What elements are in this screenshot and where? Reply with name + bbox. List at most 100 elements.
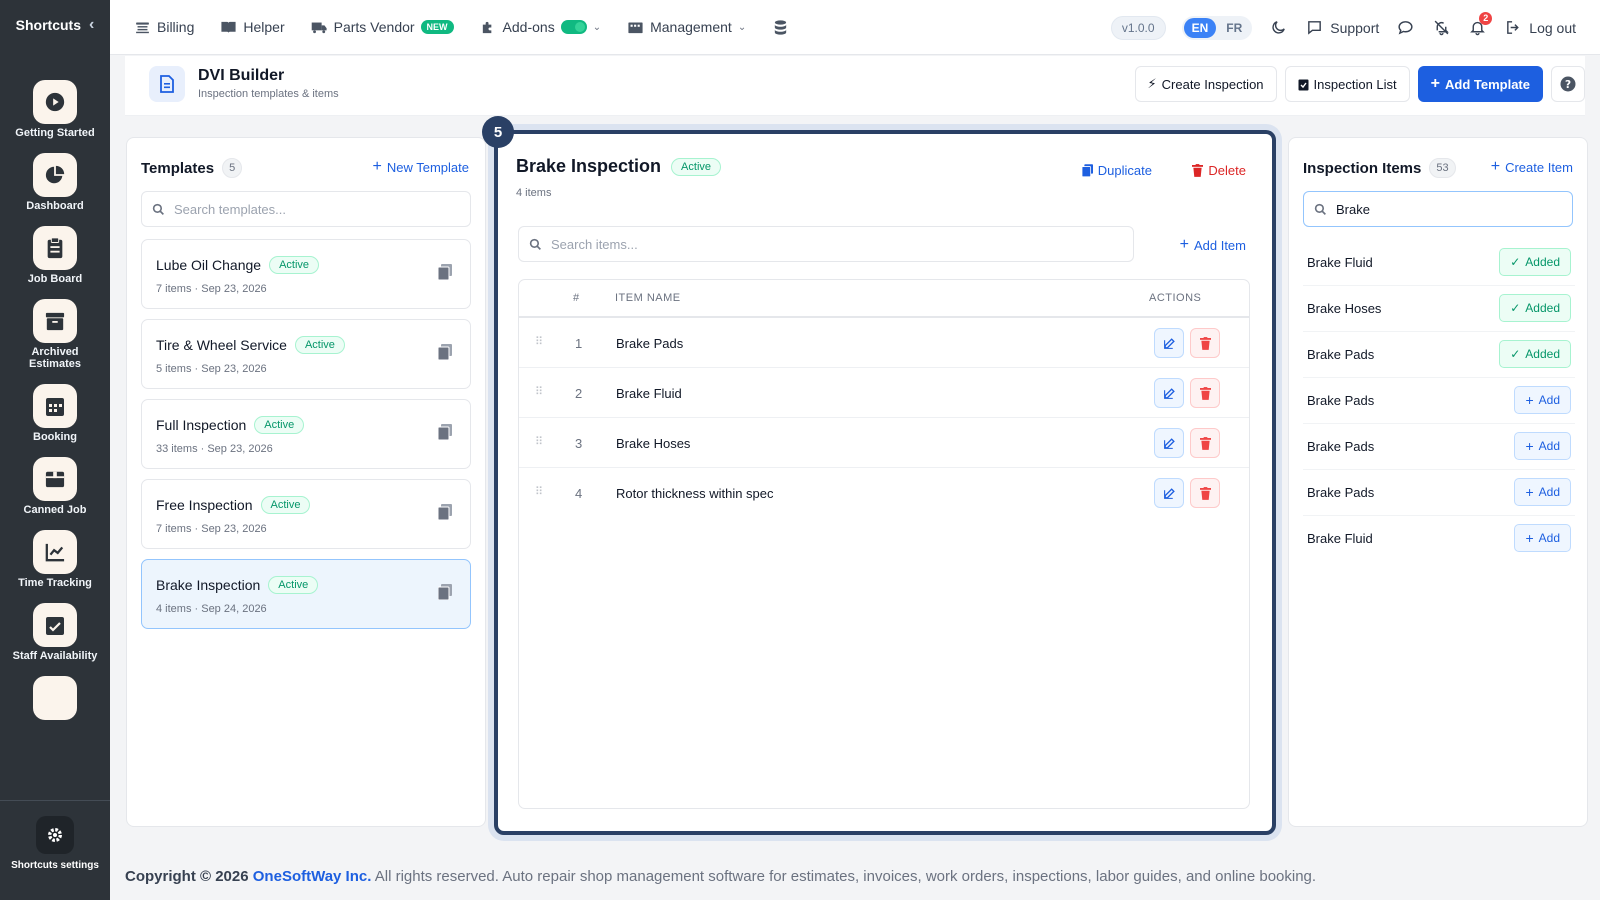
add-button[interactable]: + Add: [1514, 524, 1571, 552]
shortcut-booking[interactable]: Booking: [0, 384, 110, 443]
shortcut-job-board[interactable]: Job Board: [0, 226, 110, 285]
add-template-button[interactable]: + Add Template: [1417, 66, 1543, 102]
inspection-list-button[interactable]: Inspection List: [1284, 66, 1410, 102]
shortcut-partial[interactable]: [0, 676, 110, 720]
inspection-item-name: Brake Hoses: [1307, 301, 1382, 316]
template-card[interactable]: Lube Oil Change Active 7 items · Sep 23, …: [141, 239, 471, 309]
nav-management[interactable]: Management ⌄: [627, 19, 746, 36]
logout-link[interactable]: Log out: [1503, 18, 1576, 38]
copy-icon[interactable]: [437, 584, 452, 605]
moon-icon[interactable]: [1268, 18, 1288, 38]
items-header: Inspection Items 53: [1303, 158, 1456, 178]
plus-icon: +: [1525, 438, 1534, 454]
template-card[interactable]: Free Inspection Active 7 items · Sep 23, …: [141, 479, 471, 549]
shortcut-archived-estimates[interactable]: Archived Estimates: [0, 299, 110, 370]
new-template-link[interactable]: + New Template: [373, 158, 469, 176]
add-button[interactable]: + Add: [1514, 432, 1571, 460]
edit-button[interactable]: [1154, 428, 1184, 458]
create-item-link[interactable]: + Create Item: [1491, 158, 1573, 176]
status-badge: Active: [269, 256, 320, 274]
nav-billing-label: Billing: [157, 19, 195, 35]
delete-row-button[interactable]: [1190, 478, 1220, 508]
shortcut-label: Getting Started: [15, 127, 95, 139]
lang-en[interactable]: EN: [1183, 17, 1217, 38]
nav-parts-vendor[interactable]: Parts Vendor NEW: [311, 19, 454, 36]
nav-helper[interactable]: Helper: [220, 19, 285, 36]
shortcut-canned-job[interactable]: Canned Job: [0, 457, 110, 516]
version-badge: v1.0.0: [1110, 15, 1166, 40]
drag-handle-icon[interactable]: ⠿: [535, 485, 543, 498]
template-meta: 33 items · Sep 23, 2026: [156, 443, 273, 455]
copy-icon[interactable]: [437, 344, 452, 365]
check-icon: ✓: [1510, 347, 1521, 361]
sidebar-title: Shortcuts: [15, 17, 81, 33]
create-inspection-button[interactable]: ⚡ Create Inspection: [1134, 66, 1277, 102]
detail-header: Brake Inspection Active: [516, 156, 722, 177]
edit-button[interactable]: [1154, 328, 1184, 358]
nav-billing[interactable]: Billing: [134, 19, 194, 36]
delete-row-button[interactable]: [1190, 378, 1220, 408]
bell-icon[interactable]: 2: [1467, 11, 1493, 38]
copy-icon[interactable]: [437, 424, 452, 445]
support-link[interactable]: Support: [1304, 18, 1379, 38]
drag-handle-icon[interactable]: ⠿: [535, 435, 543, 448]
brand-link[interactable]: OneSoftWay Inc.: [253, 868, 372, 885]
help-button[interactable]: ?: [1551, 66, 1585, 102]
template-card[interactable]: Tire & Wheel Service Active 5 items · Sep…: [141, 319, 471, 389]
calendar-icon: [33, 384, 77, 428]
shortcut-staff-availability[interactable]: Staff Availability: [0, 603, 110, 662]
addons-toggle[interactable]: [560, 20, 587, 34]
sidebar-header[interactable]: Shortcuts ‹: [0, 0, 110, 50]
add-button[interactable]: + Add: [1514, 478, 1571, 506]
delete-row-button[interactable]: [1190, 428, 1220, 458]
top-navigation: Billing Helper Parts Vendor NEW Add-ons …: [110, 0, 1600, 55]
added-button[interactable]: ✓ Added: [1499, 294, 1571, 322]
added-button[interactable]: ✓ Added: [1499, 340, 1571, 368]
plus-icon: +: [1525, 530, 1534, 546]
added-button[interactable]: ✓ Added: [1499, 248, 1571, 276]
shortcut-time-tracking[interactable]: Time Tracking: [0, 530, 110, 589]
item-search-input[interactable]: [551, 236, 1095, 252]
lang-fr[interactable]: FR: [1218, 18, 1250, 38]
shortcut-dashboard[interactable]: Dashboard: [0, 153, 110, 212]
message-icon[interactable]: [1395, 18, 1415, 38]
inspection-item-search-input[interactable]: [1336, 201, 1569, 217]
gear-icon: [36, 816, 74, 854]
shortcut-getting-started[interactable]: Getting Started: [0, 80, 110, 139]
edit-button[interactable]: [1154, 378, 1184, 408]
add-button[interactable]: + Add: [1514, 386, 1571, 414]
shortcuts-settings[interactable]: Shortcuts settings: [0, 800, 110, 900]
create-item-label: Create Item: [1505, 159, 1573, 175]
drag-handle-icon[interactable]: ⠿: [535, 335, 543, 348]
inspection-item-row: Brake Pads + Add: [1303, 424, 1575, 470]
delete-button[interactable]: Delete: [1192, 163, 1246, 178]
col-actions: ACTIONS: [1149, 292, 1202, 304]
bell-off-icon[interactable]: [1431, 18, 1451, 38]
template-name: Full Inspection: [156, 417, 247, 433]
inspection-item-name: Brake Pads: [1307, 485, 1375, 500]
template-card-selected[interactable]: Brake Inspection Active 4 items · Sep 24,…: [141, 559, 471, 629]
inspection-item-row: Brake Pads + Add: [1303, 378, 1575, 424]
items-count: 53: [1429, 158, 1456, 178]
templates-title: Templates: [141, 159, 215, 177]
added-label: Added: [1525, 255, 1560, 269]
copy-icon[interactable]: [437, 504, 452, 525]
drag-handle-icon[interactable]: ⠿: [535, 385, 543, 398]
chevron-left-icon[interactable]: ‹: [89, 16, 94, 34]
template-meta: 7 items · Sep 23, 2026: [156, 283, 267, 295]
building-icon: [628, 22, 643, 33]
template-search-input[interactable]: [174, 201, 461, 217]
delete-row-button[interactable]: [1190, 328, 1220, 358]
copy-icon[interactable]: [437, 264, 452, 285]
template-meta: 4 items · Sep 24, 2026: [156, 603, 267, 615]
new-template-label: New Template: [386, 159, 469, 175]
template-card[interactable]: Full Inspection Active 33 items · Sep 23,…: [141, 399, 471, 469]
edit-button[interactable]: [1154, 478, 1184, 508]
nav-addons[interactable]: Add-ons ⌄: [480, 19, 601, 36]
items-title: Inspection Items: [1303, 159, 1422, 177]
truck-icon: [311, 22, 327, 33]
duplicate-button[interactable]: Duplicate: [1081, 163, 1152, 178]
add-item-button[interactable]: + Add Item: [1180, 236, 1246, 254]
page-header: DVI Builder Inspection templates & items…: [125, 56, 1585, 116]
nav-database[interactable]: [772, 19, 789, 36]
